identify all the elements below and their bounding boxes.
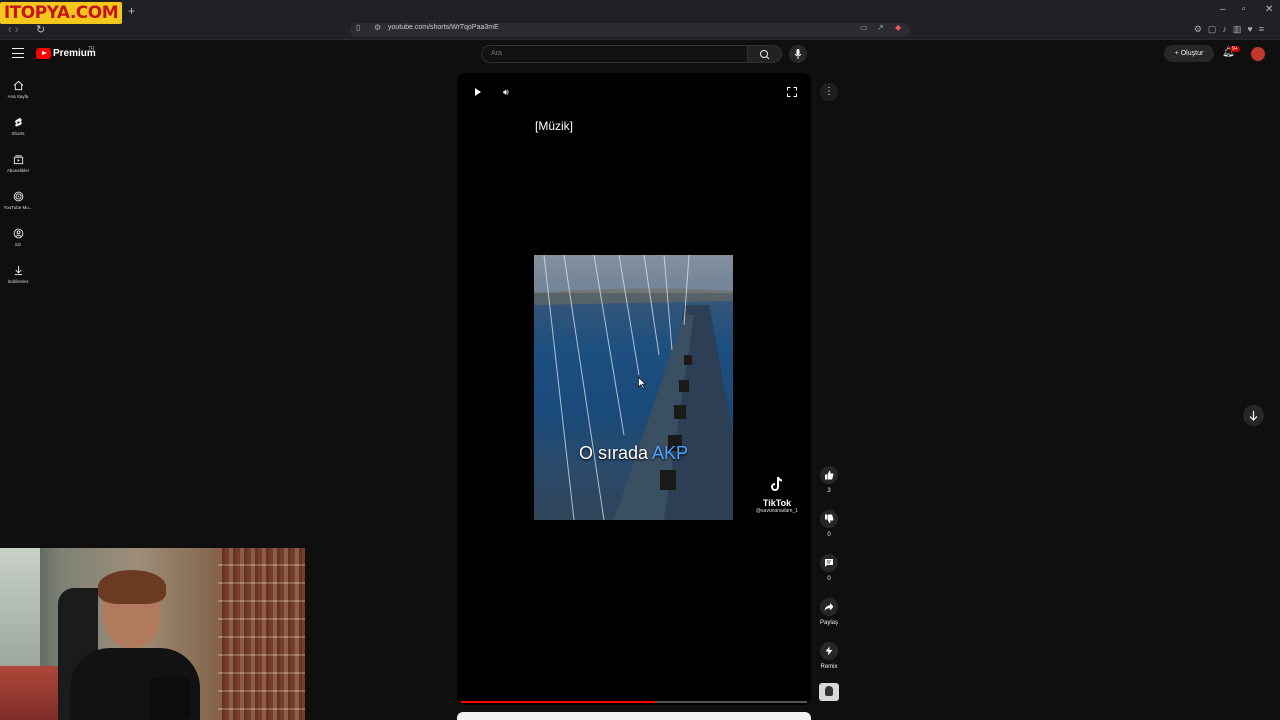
- sidebar-item-subscriptions[interactable]: Abonelikler: [0, 154, 36, 173]
- play-icon[interactable]: [475, 88, 481, 96]
- sidebar-item-label: YouTube Mu...: [3, 205, 33, 210]
- webcam-overlay: [0, 548, 305, 720]
- search-icon: [760, 50, 770, 60]
- thumbs-down-icon: [825, 514, 834, 524]
- share-icon: [824, 603, 834, 611]
- minimize-button[interactable]: –: [1220, 4, 1226, 15]
- tiktok-logo-icon: [771, 476, 783, 491]
- next-short-button[interactable]: [1243, 405, 1264, 426]
- mouse-cursor-icon: [638, 376, 647, 394]
- create-label: Oluştur: [1180, 50, 1204, 57]
- extension-icons[interactable]: ⚙▢♪▥♥≡: [1194, 24, 1270, 35]
- create-button[interactable]: + Oluştur: [1164, 45, 1214, 62]
- shorts-icon: [14, 117, 22, 127]
- region-label: TR: [88, 46, 95, 52]
- dislike-button[interactable]: 0: [812, 510, 846, 538]
- site-info-icon[interactable]: ⚙: [374, 23, 381, 32]
- video-frame: O sırada AKP: [534, 255, 733, 520]
- sidebar-item-label: İndirilenler: [7, 279, 29, 284]
- progress-bar[interactable]: [461, 701, 807, 703]
- comment-count: 0: [827, 576, 831, 582]
- webcam-person-hair: [98, 570, 166, 604]
- video-subtitle: O sırada AKP: [534, 443, 733, 464]
- channel-avatar[interactable]: [819, 683, 839, 701]
- url-text[interactable]: youtube.com/shorts/WrTqoPaa3mE: [388, 24, 499, 31]
- sidebar-item-home[interactable]: Ana Sayfa: [0, 80, 36, 99]
- home-icon: [13, 80, 23, 91]
- back-forward-buttons[interactable]: ‹ ›: [8, 24, 18, 36]
- menu-icon[interactable]: [12, 48, 24, 58]
- tiktok-watermark: TikTok @savunanadam_1: [747, 475, 807, 514]
- progress-fill: [461, 701, 655, 703]
- microphone-icon: [794, 49, 802, 59]
- volume-icon[interactable]: 🔊︎: [503, 87, 509, 98]
- like-count: 3: [827, 488, 831, 494]
- remix-label: Remix: [820, 664, 838, 670]
- tiktok-handle: @savunanadam_1: [755, 508, 799, 514]
- new-tab-button[interactable]: +: [128, 4, 135, 18]
- reload-icon[interactable]: ↻: [36, 23, 45, 36]
- comment-button[interactable]: 0: [812, 554, 846, 582]
- shorts-player[interactable]: 🔊︎ [Müzik] O sırada AKP TikTok @savunana…: [457, 73, 811, 705]
- arrow-down-icon: [1249, 411, 1258, 421]
- close-window-button[interactable]: ✕: [1265, 4, 1273, 15]
- sidebar-item-label: Abonelikler: [6, 168, 30, 173]
- sidebar-item-you[interactable]: Siz: [0, 228, 36, 247]
- like-button[interactable]: 3: [812, 466, 846, 494]
- sidebar-item-label: Siz: [14, 242, 22, 247]
- bridge-scene-image: [534, 255, 733, 520]
- notification-count-badge: 9+: [1230, 46, 1240, 52]
- account-avatar[interactable]: [1251, 47, 1265, 61]
- tab-strip: ITOPYA.COM + – ▫ ✕: [0, 0, 1280, 24]
- more-options-button[interactable]: ⋮: [820, 83, 838, 101]
- sidebar-item-downloads[interactable]: İndirilenler: [0, 265, 36, 284]
- subtitle-text: O sırada: [578, 443, 648, 463]
- address-bar[interactable]: ▯ ⚙ youtube.com/shorts/WrTqoPaa3mE ▭ ↗ ◆: [350, 23, 910, 37]
- youtube-music-icon: [13, 191, 23, 202]
- search-placeholder: Ara: [491, 50, 502, 57]
- sidebar-item-label: Ana Sayfa: [7, 94, 29, 99]
- maximize-button[interactable]: ▫: [1242, 4, 1246, 15]
- search-button[interactable]: [748, 45, 782, 63]
- remix-button[interactable]: Remix: [812, 642, 846, 670]
- download-icon: [14, 265, 22, 276]
- webcam-books: [218, 548, 305, 720]
- music-caption: [Müzik]: [535, 119, 574, 133]
- youtube-logo-icon[interactable]: [36, 48, 51, 59]
- remix-icon: [825, 646, 833, 656]
- share-button[interactable]: Paylaş: [812, 598, 846, 626]
- sidebar-item-youtube-music[interactable]: YouTube Mu...: [0, 191, 36, 210]
- brave-shield-icon[interactable]: ◆: [895, 23, 901, 32]
- sidebar-item-shorts[interactable]: Shorts: [0, 117, 36, 136]
- browser-toolbar: ITOPYA.COM + – ▫ ✕ ‹ › ↻ ▯ ⚙ youtube.com…: [0, 0, 1280, 40]
- thumbs-up-icon: [825, 470, 834, 480]
- subscriptions-icon: [13, 155, 23, 165]
- share-label: Paylaş: [819, 620, 838, 626]
- player-bottom-sheet: [457, 712, 811, 720]
- tiktok-name: TikTok: [762, 498, 792, 508]
- share-page-icon[interactable]: ↗: [877, 23, 884, 32]
- voice-search-button[interactable]: [789, 45, 807, 63]
- cast-icon[interactable]: ▭: [860, 23, 868, 32]
- fullscreen-icon[interactable]: [787, 87, 797, 97]
- webcam-microphone: [150, 678, 190, 720]
- sidebar-item-label: Shorts: [11, 131, 25, 136]
- bookmark-icon[interactable]: ▯: [356, 23, 360, 32]
- dislike-count: 0: [827, 532, 831, 538]
- itopya-watermark-logo: ITOPYA.COM: [0, 2, 122, 24]
- subtitle-highlight: AKP: [652, 443, 689, 463]
- profile-icon: [13, 228, 23, 239]
- search-input[interactable]: Ara: [481, 45, 748, 63]
- comment-icon: [825, 559, 833, 567]
